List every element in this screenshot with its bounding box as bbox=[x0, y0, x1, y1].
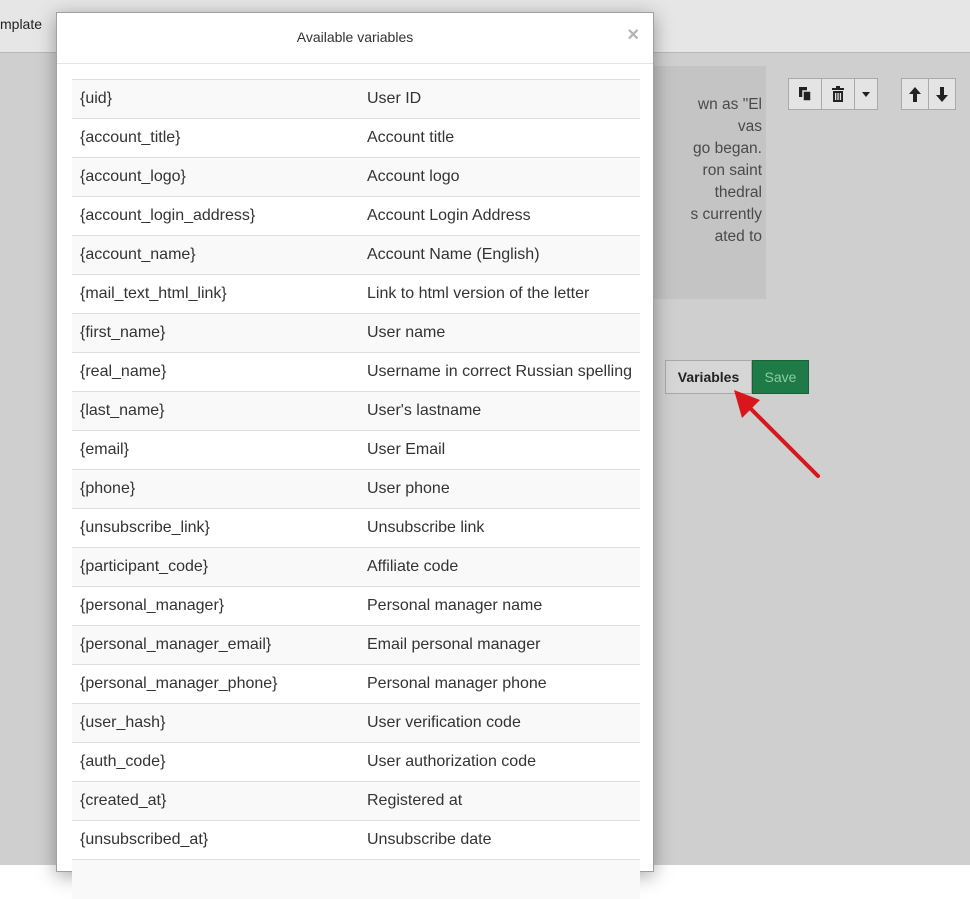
variable-name[interactable]: {unsubscribed_at} bbox=[72, 820, 359, 860]
table-row: {email} User Email bbox=[72, 430, 640, 470]
trash-icon bbox=[832, 86, 844, 102]
block-action-group bbox=[788, 78, 878, 110]
modal-title: Available variables bbox=[296, 29, 414, 45]
preview-text: wn as "El vas go began. ron saint thedra… bbox=[690, 96, 763, 245]
table-row: {account_login_address} Account Login Add… bbox=[72, 196, 640, 236]
variable-description: Affiliate code bbox=[359, 547, 640, 587]
variable-description: User Email bbox=[359, 430, 640, 470]
table-row: {created_at} Registered at bbox=[72, 781, 640, 821]
variable-name[interactable]: {unsubscribe_link} bbox=[72, 508, 359, 548]
variable-description: Account title bbox=[359, 118, 640, 158]
variable-name[interactable] bbox=[72, 859, 359, 899]
variables-modal: Available variables × {uid} User ID {accou… bbox=[56, 12, 654, 899]
move-down-button[interactable] bbox=[928, 78, 956, 110]
annotation-arrow bbox=[734, 390, 820, 478]
variable-description: Account Login Address bbox=[359, 196, 640, 236]
caret-down-icon bbox=[862, 91, 870, 97]
variable-name[interactable]: {account_name} bbox=[72, 235, 359, 275]
variable-name[interactable]: {account_title} bbox=[72, 118, 359, 158]
variable-description: Personal manager phone bbox=[359, 664, 640, 704]
variable-name[interactable]: {last_name} bbox=[72, 391, 359, 431]
variable-name[interactable]: {account_logo} bbox=[72, 157, 359, 197]
arrow-up-icon bbox=[909, 86, 921, 102]
variable-description: User name bbox=[359, 313, 640, 353]
delete-button[interactable] bbox=[821, 78, 855, 110]
copy-icon bbox=[799, 87, 812, 102]
content-preview-block[interactable]: wn as "El vas go began. ron saint thedra… bbox=[640, 66, 766, 299]
table-row: {first_name} User name bbox=[72, 313, 640, 353]
variable-name[interactable]: {real_name} bbox=[72, 352, 359, 392]
variable-description: Unsubscribe date bbox=[359, 820, 640, 860]
variable-description: User phone bbox=[359, 469, 640, 509]
close-icon[interactable]: × bbox=[627, 25, 639, 45]
move-button-group bbox=[901, 78, 956, 110]
table-row bbox=[72, 859, 640, 899]
variable-name[interactable]: {user_hash} bbox=[72, 703, 359, 743]
variable-description: User's lastname bbox=[359, 391, 640, 431]
arrow-down-icon bbox=[936, 86, 948, 102]
table-row: {user_hash} User verification code bbox=[72, 703, 640, 743]
table-row: {last_name} User's lastname bbox=[72, 391, 640, 431]
table-row: {personal_manager} Personal manager name bbox=[72, 586, 640, 626]
variable-name[interactable]: {uid} bbox=[72, 79, 359, 119]
variable-name[interactable]: {created_at} bbox=[72, 781, 359, 821]
variable-description: Account Name (English) bbox=[359, 235, 640, 275]
variable-description: Account logo bbox=[359, 157, 640, 197]
variable-description: Personal manager name bbox=[359, 586, 640, 626]
table-row: {account_title} Account title bbox=[72, 118, 640, 158]
variable-description: User verification code bbox=[359, 703, 640, 743]
table-row: {participant_code} Affiliate code bbox=[72, 547, 640, 587]
variable-description: User authorization code bbox=[359, 742, 640, 782]
variable-name[interactable]: {phone} bbox=[72, 469, 359, 509]
template-tab[interactable]: mplate bbox=[0, 16, 42, 32]
table-row: {real_name} Username in correct Russian s… bbox=[72, 352, 640, 392]
table-row: {phone} User phone bbox=[72, 469, 640, 509]
variable-name[interactable]: {personal_manager} bbox=[72, 586, 359, 626]
variable-description: Registered at bbox=[359, 781, 640, 821]
copy-button[interactable] bbox=[788, 78, 822, 110]
variable-name[interactable]: {account_login_address} bbox=[72, 196, 359, 236]
table-row: {account_name} Account Name (English) bbox=[72, 235, 640, 275]
variable-name[interactable]: {auth_code} bbox=[72, 742, 359, 782]
variable-description: Email personal manager bbox=[359, 625, 640, 665]
variable-description: Link to html version of the letter bbox=[359, 274, 640, 314]
move-up-button[interactable] bbox=[901, 78, 929, 110]
variable-name[interactable]: {participant_code} bbox=[72, 547, 359, 587]
table-row: {personal_manager_email} Email personal m… bbox=[72, 625, 640, 665]
table-row: {account_logo} Account logo bbox=[72, 157, 640, 197]
variable-name[interactable]: {mail_text_html_link} bbox=[72, 274, 359, 314]
variable-name[interactable]: {first_name} bbox=[72, 313, 359, 353]
more-dropdown-button[interactable] bbox=[854, 78, 878, 110]
variable-description: Unsubscribe link bbox=[359, 508, 640, 548]
variable-name[interactable]: {personal_manager_email} bbox=[72, 625, 359, 665]
table-row: {auth_code} User authorization code bbox=[72, 742, 640, 782]
variables-table: {uid} User ID {account_title} Account title… bbox=[72, 79, 640, 899]
table-row: {unsubscribed_at} Unsubscribe date bbox=[72, 820, 640, 860]
table-row: {personal_manager_phone} Personal manager… bbox=[72, 664, 640, 704]
table-row: {uid} User ID bbox=[72, 79, 640, 119]
variable-name[interactable]: {personal_manager_phone} bbox=[72, 664, 359, 704]
variable-description bbox=[359, 859, 640, 899]
table-row: {mail_text_html_link} Link to html versio… bbox=[72, 274, 640, 314]
variable-name[interactable]: {email} bbox=[72, 430, 359, 470]
table-row: {unsubscribe_link} Unsubscribe link bbox=[72, 508, 640, 548]
variable-description: User ID bbox=[359, 79, 640, 119]
variable-description: Username in correct Russian spelling bbox=[359, 352, 640, 392]
modal-header: Available variables × bbox=[57, 13, 653, 64]
